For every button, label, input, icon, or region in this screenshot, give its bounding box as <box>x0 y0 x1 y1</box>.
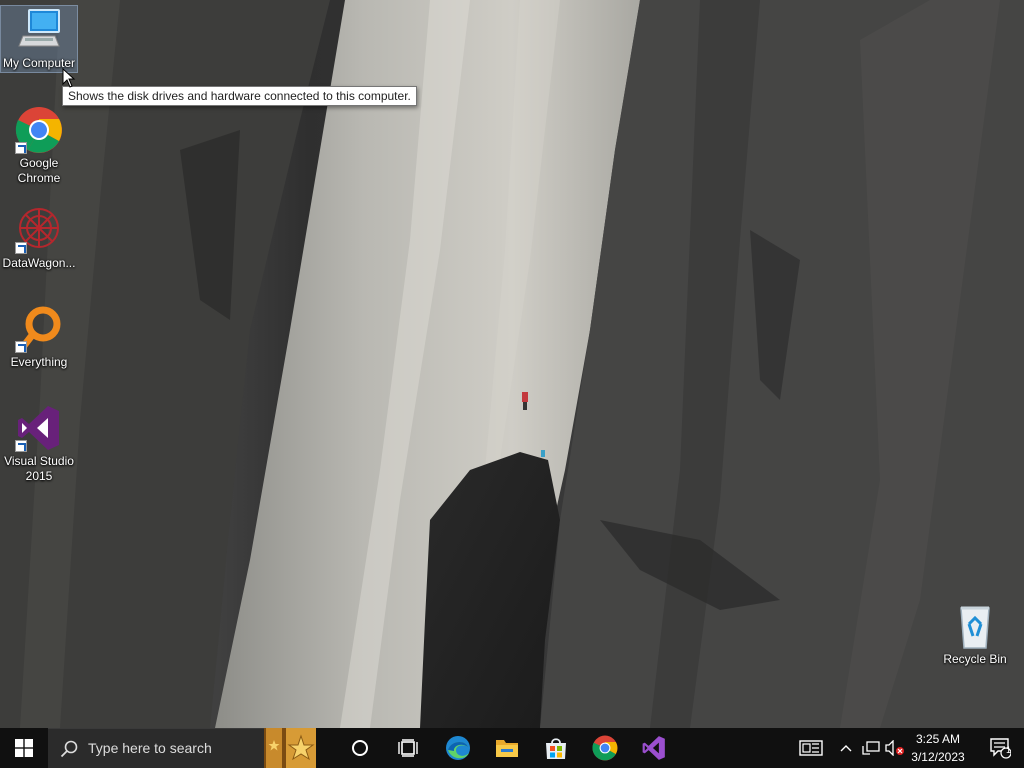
desktop-icon-label: Recycle Bin <box>943 652 1007 666</box>
show-hidden-icons-button[interactable] <box>836 728 856 768</box>
chrome-taskbar-button[interactable] <box>580 728 630 768</box>
datawagon-icon <box>15 206 63 254</box>
desktop-icon-my-computer[interactable]: My Computer <box>0 5 78 73</box>
tooltip: Shows the disk drives and hardware conne… <box>62 86 417 106</box>
computer-icon <box>15 6 63 54</box>
everything-icon <box>15 305 63 353</box>
desktop-icon-recycle-bin[interactable]: Recycle Bin <box>937 602 1013 667</box>
shortcut-arrow-icon <box>15 341 27 353</box>
notification-count-badge: 1 <box>1006 745 1012 755</box>
search-highlight-icon[interactable] <box>264 728 316 768</box>
desktop-icon-everything[interactable]: Everything <box>1 305 77 370</box>
start-button[interactable] <box>0 728 48 768</box>
network-button[interactable] <box>860 728 882 768</box>
network-icon <box>862 741 880 755</box>
desktop-icon-google-chrome[interactable]: Google Chrome <box>1 106 77 186</box>
volume-button[interactable] <box>884 728 906 768</box>
search-placeholder: Type here to search <box>88 740 212 756</box>
mouse-cursor-icon <box>62 68 76 88</box>
shortcut-arrow-icon <box>15 142 27 154</box>
chrome-icon <box>15 106 63 154</box>
cortana-button[interactable] <box>336 728 384 768</box>
file-explorer-icon <box>496 740 518 757</box>
edge-icon <box>446 736 470 760</box>
desktop-wallpaper[interactable] <box>0 0 1024 728</box>
store-icon <box>546 738 566 759</box>
clock-date: 3/12/2023 <box>911 750 965 764</box>
shortcut-arrow-icon <box>15 440 27 452</box>
news-widget-button[interactable] <box>792 728 830 768</box>
desktop-icon-label: Google Chrome <box>17 156 61 185</box>
desktop-icon-visual-studio[interactable]: Visual Studio 2015 <box>1 404 77 484</box>
microsoft-store-button[interactable] <box>532 728 580 768</box>
clock[interactable]: 3:25 AM 3/12/2023 <box>906 731 970 765</box>
chrome-icon <box>592 735 618 761</box>
chevron-up-icon <box>840 745 852 752</box>
visual-studio-icon <box>15 404 63 452</box>
taskbar: Type here to search 3:25 AM 3/12/2023 1 <box>0 728 1024 768</box>
shortcut-arrow-icon <box>15 242 27 254</box>
desktop-icon-label: DataWagon... <box>2 256 76 270</box>
news-icon <box>799 740 823 756</box>
visual-studio-taskbar-button[interactable] <box>630 728 678 768</box>
recycle-bin-icon <box>951 602 999 650</box>
windows-logo-icon <box>15 739 33 757</box>
task-view-button[interactable] <box>384 728 432 768</box>
cortana-icon <box>352 740 368 756</box>
search-icon <box>60 740 78 758</box>
volume-muted-icon <box>885 740 904 756</box>
edge-button[interactable] <box>434 728 482 768</box>
desktop-icon-label: Visual Studio 2015 <box>4 454 74 483</box>
notification-center-button[interactable]: 1 <box>980 728 1020 768</box>
wallpaper-rock-image <box>0 0 1024 728</box>
task-view-icon <box>398 739 418 757</box>
desktop-icon-datawagon[interactable]: DataWagon... <box>1 206 77 271</box>
file-explorer-button[interactable] <box>482 728 532 768</box>
desktop-icon-label: Everything <box>10 355 68 369</box>
visual-studio-icon <box>642 736 665 760</box>
clock-time: 3:25 AM <box>915 732 961 746</box>
